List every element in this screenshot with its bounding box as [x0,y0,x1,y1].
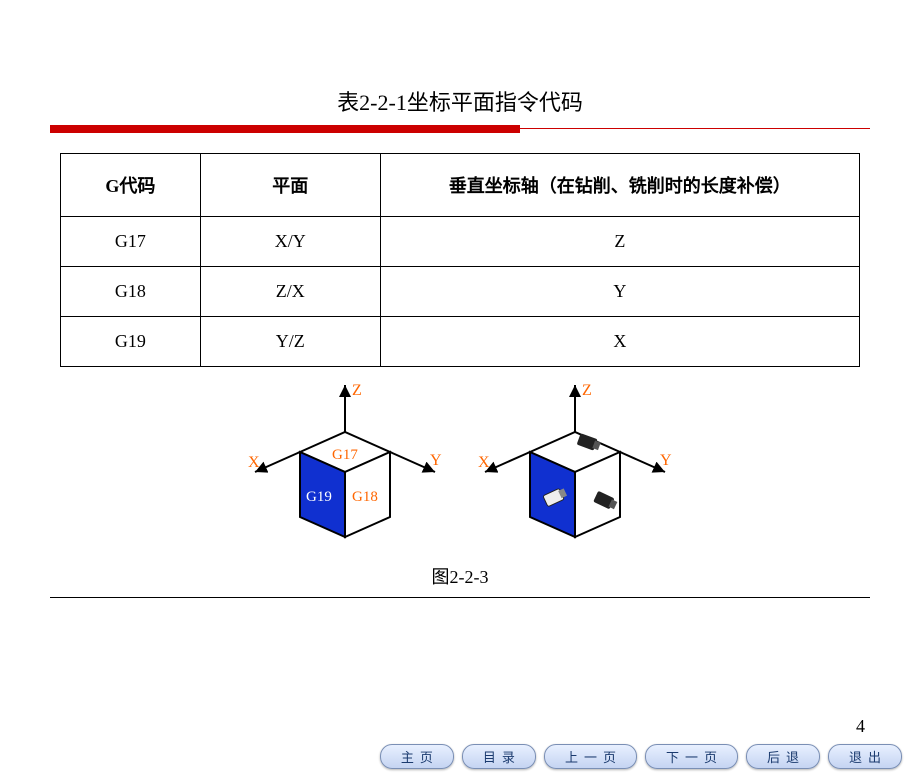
header-axis: 垂直坐标轴（在钻削、铣削时的长度补偿） [380,154,859,217]
cell-plane: Z/X [200,267,380,317]
axis-y-label: Y [430,452,442,469]
axis-z-label: Z [352,382,362,399]
page-divider [50,597,870,598]
cell-axis: Y [380,267,859,317]
cell-gcode: G19 [61,317,201,367]
cube-labeled: Z X Y G17 G19 G18 [240,377,450,557]
table-title: 表2-2-1坐标平面指令代码 [0,85,920,117]
axis-y-label: Y [660,452,672,469]
cell-plane: Y/Z [200,317,380,367]
title-underline [50,125,870,133]
cell-gcode: G17 [61,217,201,267]
axis-x-label: X [478,454,490,471]
axis-z-label: Z [582,382,592,399]
nav-prev-button[interactable]: 上一页 [544,744,637,769]
nav-next-button[interactable]: 下一页 [645,744,738,769]
face-left-label: G19 [306,489,332,505]
header-gcode: G代码 [61,154,201,217]
nav-back-button[interactable]: 后退 [746,744,820,769]
nav-home-button[interactable]: 主页 [380,744,454,769]
gcode-table: G代码 平面 垂直坐标轴（在钻削、铣削时的长度补偿） G17 X/Y Z G18… [60,153,860,367]
cell-gcode: G18 [61,267,201,317]
cell-axis: X [380,317,859,367]
nav-bar: 主页 目录 上一页 下一页 后退 退出 [380,744,902,769]
table-row: G19 Y/Z X [61,317,860,367]
cell-plane: X/Y [200,217,380,267]
table-row: G17 X/Y Z [61,217,860,267]
figure-caption: 图2-2-3 [0,563,920,589]
axis-x-label: X [248,454,260,471]
cube-diagrams: Z X Y G17 G19 G18 Z X Y [0,377,920,557]
header-plane: 平面 [200,154,380,217]
nav-toc-button[interactable]: 目录 [462,744,536,769]
face-right-label: G18 [352,489,378,505]
page-number: 4 [856,716,865,737]
cube-tools: Z X Y [470,377,680,557]
nav-exit-button[interactable]: 退出 [828,744,902,769]
table-header-row: G代码 平面 垂直坐标轴（在钻削、铣削时的长度补偿） [61,154,860,217]
face-top-label: G17 [332,447,358,463]
cell-axis: Z [380,217,859,267]
table-row: G18 Z/X Y [61,267,860,317]
